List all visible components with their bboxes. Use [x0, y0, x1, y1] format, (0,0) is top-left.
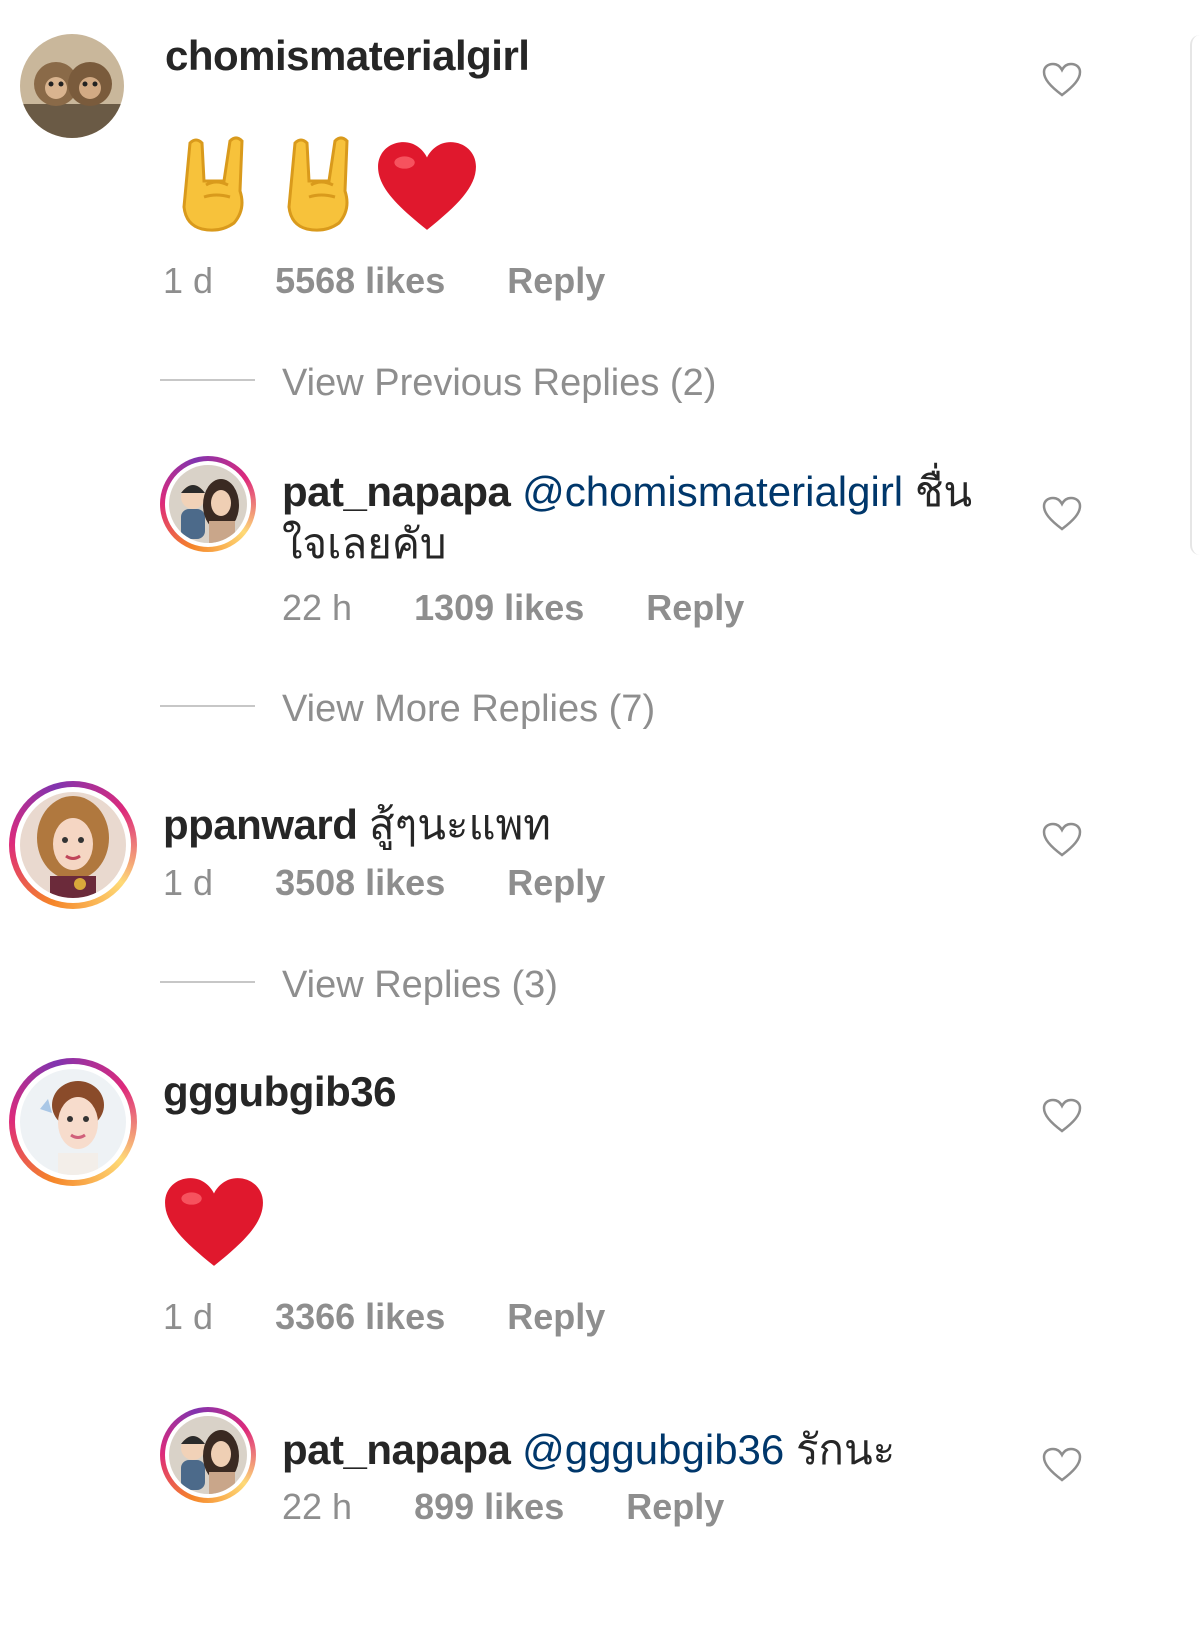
reply-button[interactable]: Reply	[507, 260, 605, 301]
reply-body: รักนะ	[795, 1426, 896, 1473]
likes-count[interactable]: 899 likes	[414, 1486, 564, 1527]
comment-username[interactable]: chomismaterialgirl	[165, 32, 530, 80]
comment-text: ppanward สู้ๆนะแพท	[163, 792, 551, 858]
avatar[interactable]	[20, 1069, 126, 1175]
comment-username[interactable]: ppanward	[163, 801, 358, 848]
reply-button[interactable]: Reply	[507, 1296, 605, 1337]
reply-button[interactable]: Reply	[507, 862, 605, 903]
scrollbar-edge	[1190, 35, 1200, 555]
red-heart-emoji	[163, 1176, 265, 1268]
red-heart-emoji	[376, 140, 478, 232]
reply-meta: 22 h 899 likes Reply	[282, 1486, 724, 1528]
reply-meta: 22 h 1309 likes Reply	[282, 587, 744, 629]
like-heart-icon[interactable]	[1042, 496, 1082, 532]
view-more-replies-link[interactable]: View More Replies (7)	[282, 688, 655, 731]
avatar[interactable]	[20, 792, 126, 898]
reply-body-line2: ใจเลยคับ	[282, 520, 447, 567]
reply-username[interactable]: pat_napapa	[282, 468, 511, 515]
like-heart-icon[interactable]	[1042, 822, 1082, 858]
reply-text: pat_napapa @gggubgib36 รักนะ	[282, 1417, 895, 1483]
comment-time: 1 d	[163, 260, 214, 301]
comment-meta: 1 d 3366 likes Reply	[163, 1296, 605, 1338]
reply-body: ชื่น	[914, 468, 973, 515]
avatar[interactable]	[169, 1416, 247, 1494]
reply-text: pat_napapa @chomismaterialgirl ชื่น ใจเล…	[282, 466, 1022, 570]
comment-meta: 1 d 5568 likes Reply	[163, 260, 605, 302]
reply-button[interactable]: Reply	[646, 587, 744, 628]
view-replies-divider	[160, 379, 255, 381]
view-replies-divider	[160, 705, 255, 707]
likes-count[interactable]: 3366 likes	[275, 1296, 445, 1337]
view-replies-link[interactable]: View Replies (3)	[282, 964, 558, 1007]
horns-hand-emoji	[178, 133, 258, 233]
comment-meta: 1 d 3508 likes Reply	[163, 862, 605, 904]
likes-count[interactable]: 5568 likes	[275, 260, 445, 301]
comment-time: 1 d	[163, 862, 214, 903]
avatar[interactable]	[20, 34, 124, 138]
like-heart-icon[interactable]	[1042, 1447, 1082, 1483]
comment-username[interactable]: gggubgib36	[163, 1068, 396, 1116]
like-heart-icon[interactable]	[1042, 1098, 1082, 1134]
view-previous-replies-link[interactable]: View Previous Replies (2)	[282, 362, 716, 405]
view-replies-divider	[160, 981, 255, 983]
reply-username[interactable]: pat_napapa	[282, 1426, 511, 1473]
comment-body: สู้ๆนะแพท	[369, 801, 551, 848]
avatar[interactable]	[169, 465, 247, 543]
mention-link[interactable]: @gggubgib36	[522, 1426, 784, 1473]
likes-count[interactable]: 3508 likes	[275, 862, 445, 903]
mention-link[interactable]: @chomismaterialgirl	[522, 468, 903, 515]
horns-hand-emoji	[283, 133, 363, 233]
comment-time: 1 d	[163, 1296, 214, 1337]
reply-time: 22 h	[282, 1486, 353, 1527]
reply-time: 22 h	[282, 587, 353, 628]
reply-button[interactable]: Reply	[626, 1486, 724, 1527]
likes-count[interactable]: 1309 likes	[414, 587, 584, 628]
like-heart-icon[interactable]	[1042, 62, 1082, 98]
